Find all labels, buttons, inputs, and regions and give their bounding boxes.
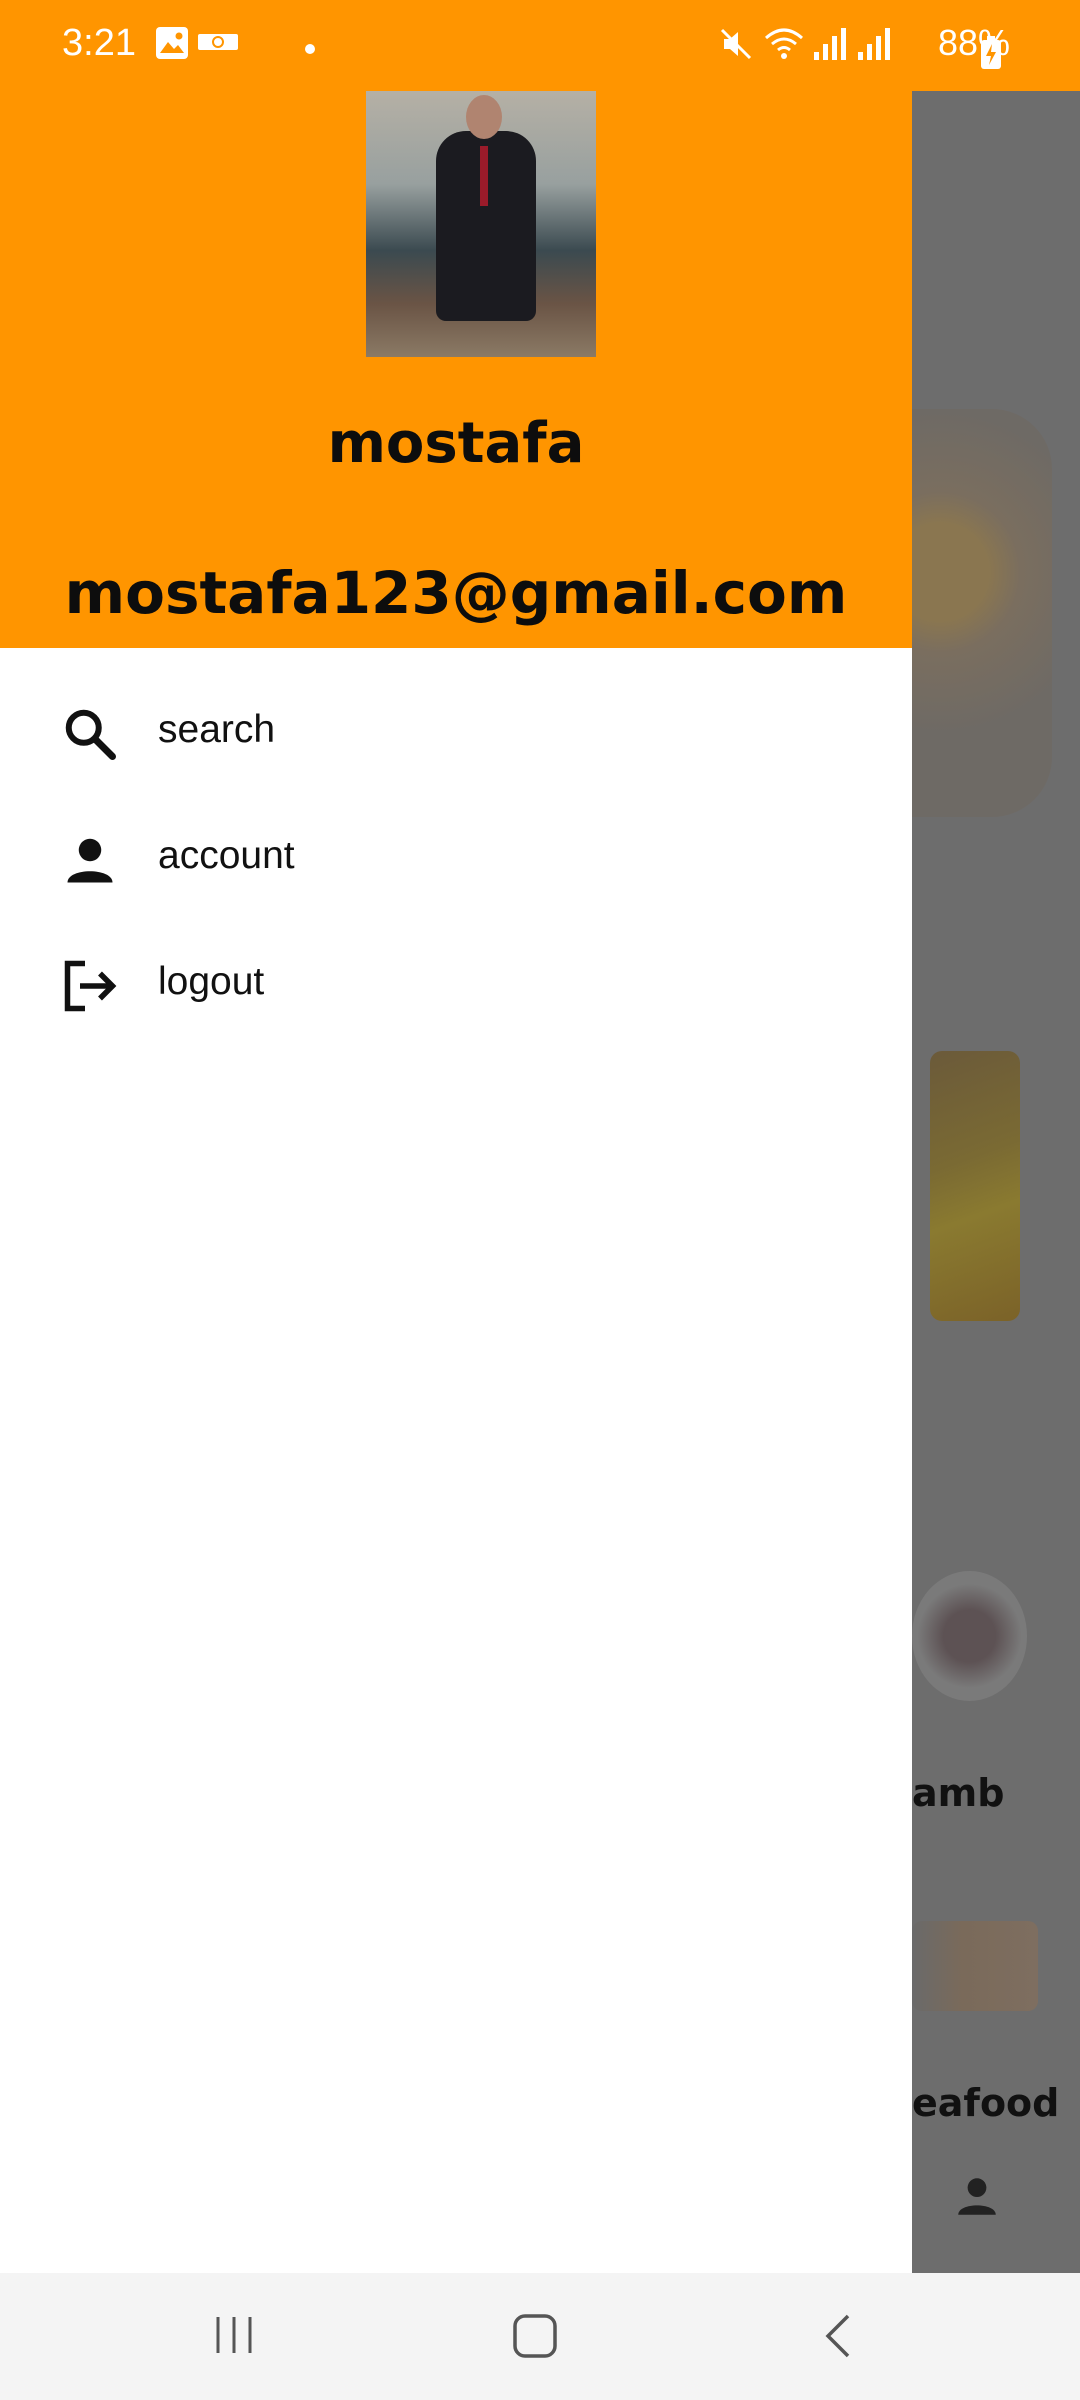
person-icon	[60, 830, 120, 890]
battery-charging-icon	[980, 36, 1002, 74]
system-nav-bar	[0, 2273, 1080, 2400]
menu-item-label: search	[158, 708, 276, 751]
drawer-header: mostafa mostafa123@gmail.com	[0, 91, 912, 648]
gallery-icon	[155, 26, 189, 64]
navigation-drawer: mostafa mostafa123@gmail.com search acco…	[0, 91, 912, 2273]
menu-item-logout[interactable]: logout	[0, 926, 912, 1046]
logout-icon	[60, 956, 120, 1016]
menu-item-label: account	[158, 834, 295, 877]
category-image	[912, 1921, 1038, 2011]
avatar	[366, 91, 596, 357]
background-app-content[interactable]: amb eafood	[912, 91, 1080, 2273]
wifi-icon	[764, 26, 804, 66]
status-bar: 3:21 88%	[0, 0, 1080, 91]
recents-button[interactable]	[212, 2313, 256, 2361]
search-icon	[60, 704, 120, 764]
notification-icon	[198, 32, 238, 56]
mute-icon	[718, 26, 754, 66]
user-email: mostafa123@gmail.com	[64, 559, 848, 627]
status-time: 3:21	[62, 22, 136, 64]
featured-meal-card	[912, 409, 1052, 817]
dot-icon	[304, 40, 316, 59]
home-button[interactable]	[512, 2313, 558, 2363]
profile-tab-icon	[952, 2171, 1002, 2225]
menu-item-label: logout	[158, 960, 265, 1003]
user-name: mostafa	[327, 411, 585, 476]
back-button[interactable]	[820, 2313, 856, 2363]
menu-item-search[interactable]: search	[0, 674, 912, 794]
category-label: amb	[912, 1771, 1005, 1815]
meal-card	[930, 1051, 1020, 1321]
signal-icon-2	[856, 26, 892, 66]
category-image	[912, 1571, 1027, 1701]
signal-icon	[812, 26, 848, 66]
category-label: eafood	[912, 2081, 1060, 2125]
menu-item-account[interactable]: account	[0, 800, 912, 920]
